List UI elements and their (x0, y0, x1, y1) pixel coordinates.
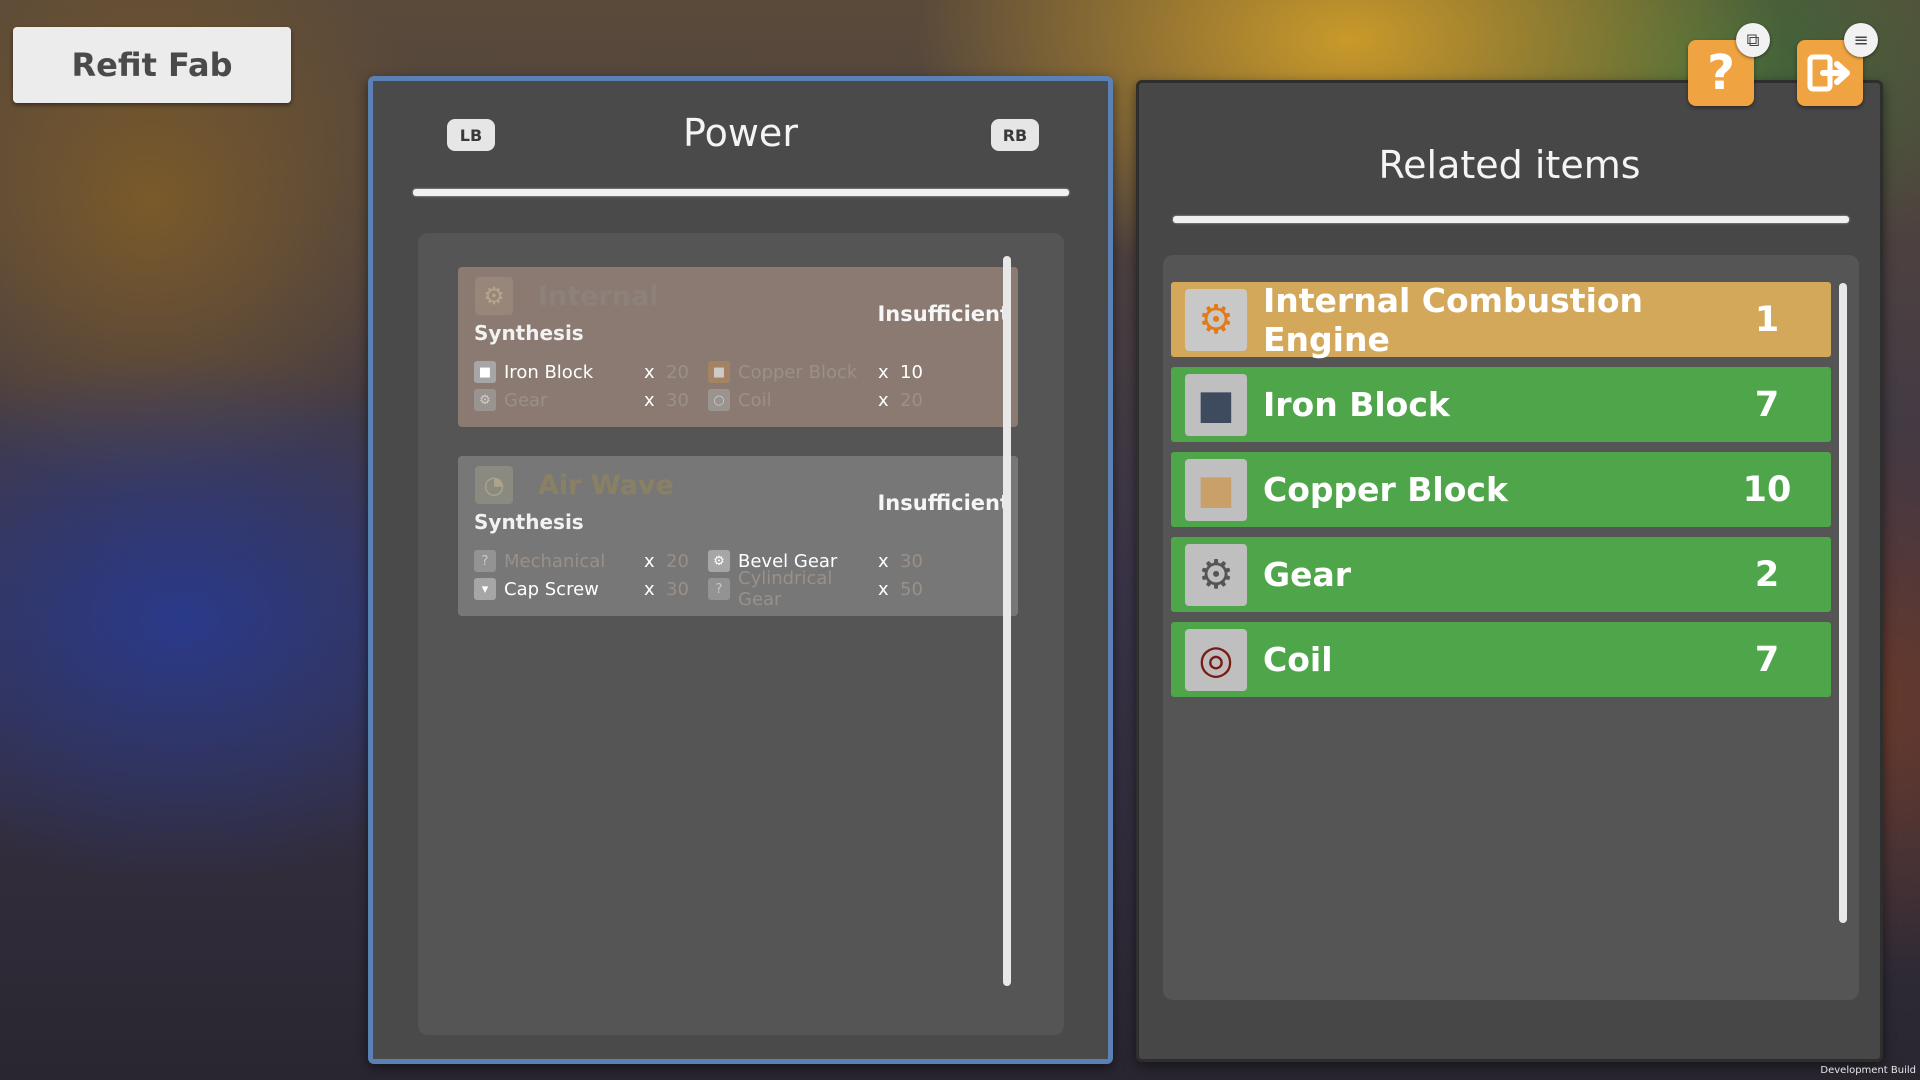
screw-icon: ▾ (474, 578, 496, 600)
copper-block-icon: ■ (708, 361, 730, 383)
recipe-card-air-wave[interactable]: ◔ Air Wave Synthesis Insufficient ? Mech… (458, 456, 1018, 616)
item-name: Internal Combustion Engine (1263, 280, 1644, 359)
gear-icon: ⚙ (474, 389, 496, 411)
ingredient-qty: 30 (666, 578, 689, 600)
ingredient-name: Copper Block (738, 361, 858, 383)
ingredient-item: ■ Copper Block x 10 (708, 360, 923, 384)
question-icon: ? (1707, 45, 1735, 101)
recipe-type: Synthesis (474, 510, 584, 534)
recipe-panel: LB Power RB ⚙ Internal Synthesis Insuffi… (368, 76, 1113, 1064)
next-category-button[interactable]: RB (991, 119, 1039, 151)
recipe-status: Insufficient (877, 302, 1010, 326)
ingredient-item: ▾ Cap Screw x 30 (474, 577, 689, 601)
related-items-title: Related items (1378, 143, 1641, 187)
development-build-label: Development Build (1820, 1065, 1916, 1076)
ingredient-qty: 20 (900, 389, 923, 411)
related-items-scrollbar[interactable] (1839, 283, 1847, 923)
ingredient-qty: 30 (666, 389, 689, 411)
ingredient-name: Gear (504, 389, 548, 411)
ingredient-multiplier: x (878, 550, 889, 572)
unknown-icon: ? (708, 578, 730, 600)
title-divider (413, 189, 1069, 196)
gauge-icon: ◔ (475, 466, 513, 504)
ingredient-name: Coil (738, 389, 772, 411)
recipe-card-internal[interactable]: ⚙ Internal Synthesis Insufficient ■ Iron… (458, 267, 1018, 427)
ingredient-qty: 10 (900, 361, 923, 383)
ingredient-multiplier: x (644, 550, 655, 572)
ingredient-multiplier: x (878, 361, 889, 383)
item-name: Coil (1263, 640, 1333, 679)
recipe-name: Internal (538, 281, 659, 312)
ingredient-multiplier: x (644, 389, 655, 411)
screen-title: Refit Fab (13, 27, 291, 103)
related-item-row[interactable]: ■ Copper Block 10 (1171, 452, 1831, 527)
ingredient-item: ■ Iron Block x 20 (474, 360, 689, 384)
copper-block-icon: ■ (1185, 458, 1247, 521)
recipe-type: Synthesis (474, 321, 584, 345)
engine-icon: ⚙ (475, 277, 513, 315)
item-name: Copper Block (1263, 470, 1508, 509)
ingredient-multiplier: x (644, 578, 655, 600)
ingredient-item: ? Mechanical x 20 (474, 549, 689, 573)
ingredient-multiplier: x (878, 578, 889, 600)
ingredient-multiplier: x (878, 389, 889, 411)
ingredient-name: Cylindrical Gear (738, 568, 833, 610)
item-count: 7 (1754, 384, 1780, 425)
item-count: 2 (1754, 554, 1780, 595)
coil-icon: ◎ (1185, 628, 1247, 691)
related-item-row[interactable]: ■ Iron Block 7 (1171, 367, 1831, 442)
iron-block-icon: ■ (474, 361, 496, 383)
gear-icon: ⚙ (1185, 543, 1247, 606)
ingredient-qty: 30 (900, 550, 923, 572)
recipe-status: Insufficient (877, 491, 1010, 515)
ingredient-name: Iron Block (504, 361, 594, 383)
related-item-row[interactable]: ⚙ Gear 2 (1171, 537, 1831, 612)
ingredient-item: ? Cylindrical Gear x 50 (708, 568, 923, 610)
exit-icon (1807, 54, 1850, 92)
window-icon[interactable]: ⧉ (1736, 23, 1770, 57)
recipe-name: Air Wave (538, 470, 674, 501)
ingredient-qty: 20 (666, 361, 689, 383)
item-name: Iron Block (1263, 385, 1450, 424)
ingredient-item: ○ Coil x 20 (708, 388, 923, 412)
ingredient-name: Cap Screw (504, 578, 599, 600)
ingredient-item: ⚙ Gear x 30 (474, 388, 689, 412)
related-item-row[interactable]: ⚙ Internal Combustion Engine 1 (1171, 280, 1831, 359)
ingredient-multiplier: x (644, 361, 655, 383)
related-item-row[interactable]: ◎ Coil 7 (1171, 622, 1831, 697)
menu-icon[interactable]: ≡ (1844, 23, 1878, 57)
bevel-gear-icon: ⚙ (708, 550, 730, 572)
ingredient-qty: 20 (666, 550, 689, 572)
unknown-icon: ? (474, 550, 496, 572)
item-count: 7 (1754, 639, 1780, 680)
related-items-panel: Related items ⚙ Internal Combustion Engi… (1136, 80, 1883, 1062)
engine-icon: ⚙ (1185, 288, 1247, 351)
item-name: Gear (1263, 555, 1352, 594)
iron-block-icon: ■ (1185, 373, 1247, 436)
title-divider (1173, 216, 1849, 223)
item-count: 1 (1754, 299, 1780, 340)
item-count: 10 (1742, 469, 1792, 510)
recipe-scrollbar[interactable] (1003, 256, 1011, 986)
ingredient-qty: 50 (900, 578, 923, 600)
ingredient-name: Mechanical (504, 550, 606, 572)
coil-icon: ○ (708, 389, 730, 411)
